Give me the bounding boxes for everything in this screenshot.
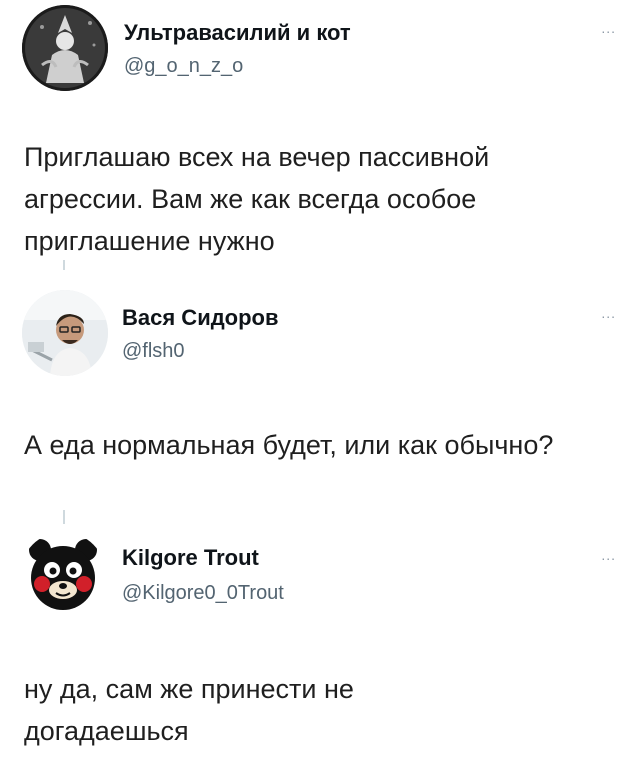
display-name[interactable]: Ультравасилий и кот — [124, 20, 351, 46]
avatar[interactable] — [20, 532, 106, 618]
tweet-text: А еда нормальная будет, или как обычно? — [24, 430, 554, 460]
more-options-icon[interactable]: ... — [601, 547, 616, 563]
avatar-image-icon — [22, 290, 108, 376]
display-name[interactable]: Kilgore Trout — [122, 545, 259, 571]
user-handle[interactable]: @Kilgore0_0Trout — [122, 582, 284, 605]
avatar-image-icon — [22, 5, 108, 91]
tweet-text: Приглашаю всех на вечер пассивной агресс… — [24, 142, 490, 256]
tweet-text: ну да, сам же принести не догадаешься — [24, 674, 354, 746]
avatar[interactable] — [22, 290, 108, 376]
user-handle[interactable]: @flsh0 — [122, 340, 185, 363]
user-handle[interactable]: @g_o_n_z_o — [124, 55, 243, 78]
tweet: Ультравасилий и кот @g_o_n_z_o ... Пригл… — [0, 0, 640, 270]
more-options-icon[interactable]: ... — [601, 20, 616, 36]
thread-connector — [63, 260, 65, 270]
thread-connector — [63, 510, 65, 524]
avatar[interactable] — [22, 5, 108, 91]
display-name[interactable]: Вася Сидоров — [122, 305, 279, 331]
avatar-image-icon — [20, 532, 106, 618]
more-options-icon[interactable]: ... — [601, 305, 616, 321]
